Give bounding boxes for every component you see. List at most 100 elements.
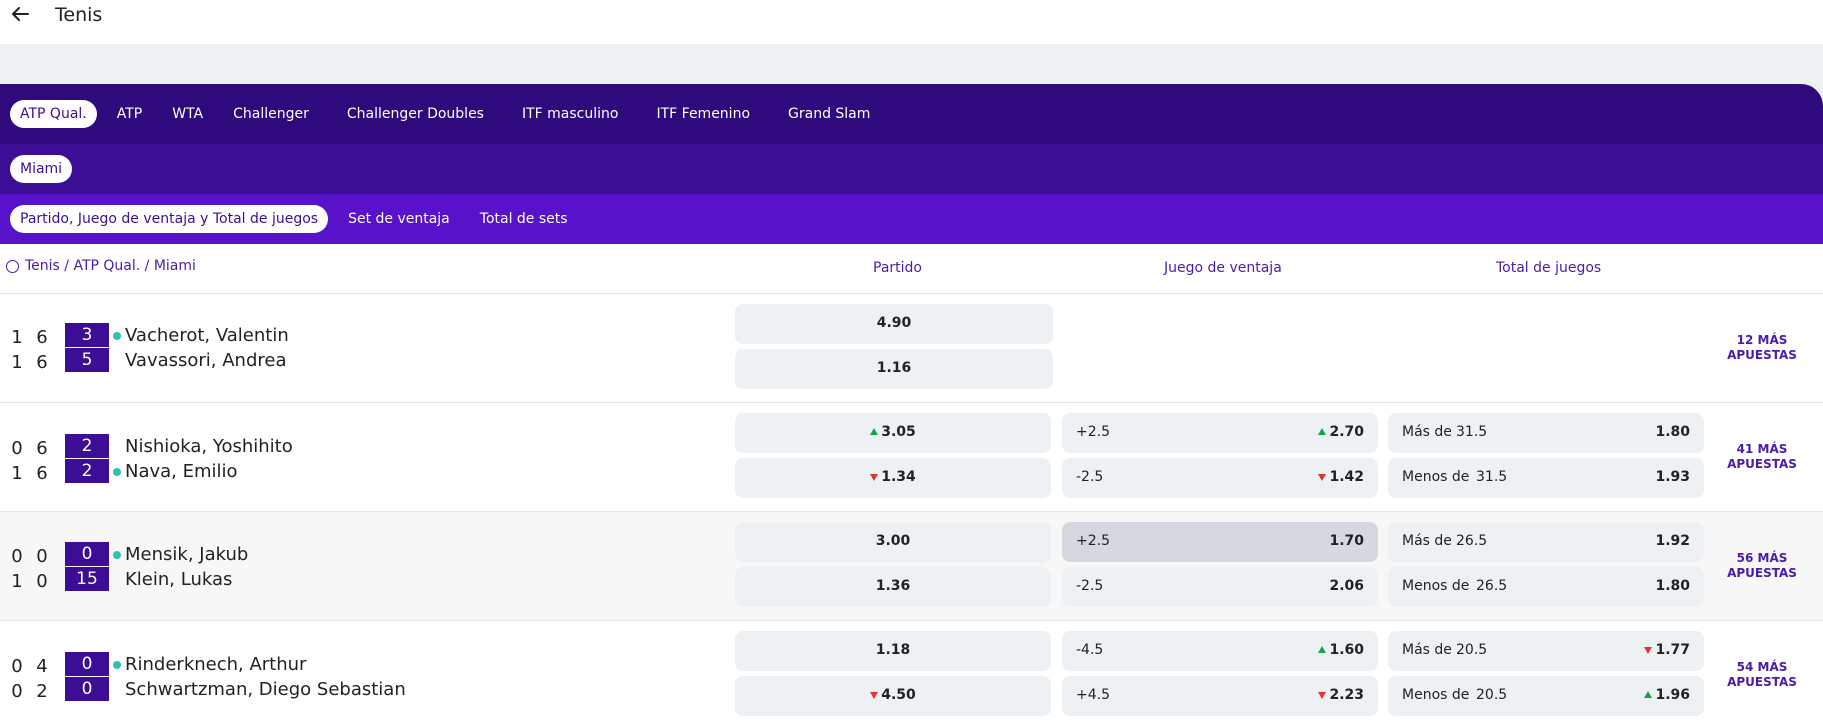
game-score: 2 — [65, 434, 109, 458]
player-name[interactable]: Schwartzman, Diego Sebastian — [125, 679, 406, 700]
serving-dot-icon — [113, 661, 121, 669]
total-games-button[interactable]: Más de 31.5 1.80 — [1388, 413, 1704, 453]
tab-atp[interactable]: ATP — [107, 100, 152, 128]
handicap-line: -2.5 — [1076, 469, 1104, 485]
set2-score: 6 — [36, 327, 48, 348]
total-games-button[interactable]: Menos de 20.5 1.96 — [1388, 676, 1704, 716]
handicap-line: +2.5 — [1076, 533, 1110, 549]
player-name[interactable]: Klein, Lukas — [125, 569, 232, 590]
column-header-total-de-juegos: Total de juegos — [1496, 260, 1602, 276]
total-label: Menos de — [1402, 687, 1470, 703]
odds-value: 2.70 — [1329, 424, 1364, 440]
player-row: 1 6 2 Nava, Emilio — [0, 458, 600, 484]
tab-challenger-doubles[interactable]: Challenger Doubles — [337, 100, 494, 128]
odds-up-icon — [1318, 646, 1327, 653]
market-tabs: Partido, Juego de ventaja y Total de jue… — [0, 194, 1823, 244]
player-name[interactable]: Nava, Emilio — [125, 461, 238, 482]
tab-itf-masculino[interactable]: ITF masculino — [512, 100, 628, 128]
player-name[interactable]: Mensik, Jakub — [125, 544, 248, 565]
total-line: 26.5 — [1456, 533, 1488, 549]
handicap-button[interactable]: +2.5 1.70 — [1062, 522, 1378, 562]
page-title: Tenis — [55, 4, 103, 26]
total-label: Menos de — [1402, 578, 1470, 594]
game-score: 3 — [65, 323, 109, 347]
total-line: 31.5 — [1476, 469, 1508, 485]
tab-miami[interactable]: Miami — [10, 155, 73, 183]
breadcrumb[interactable]: Tenis / ATP Qual. / Miami — [6, 258, 196, 274]
market-header: Tenis / ATP Qual. / Miami Partido Juego … — [0, 244, 1823, 294]
handicap-button[interactable]: +2.5 2.70 — [1062, 413, 1378, 453]
odds-button[interactable]: 1.18 — [735, 631, 1051, 671]
more-bets-link[interactable]: 41 MÁS APUESTAS — [1722, 442, 1802, 472]
odds-down-icon — [1318, 474, 1327, 481]
match-row: 1 6 3 Vacherot, Valentin 1 6 5 Vavassori… — [0, 294, 1823, 403]
handicap-button[interactable]: -2.5 2.06 — [1062, 567, 1378, 607]
tab-wta[interactable]: WTA — [162, 100, 213, 128]
odds-up-icon — [1644, 691, 1653, 698]
tab-set-de-ventaja[interactable]: Set de ventaja — [338, 205, 460, 233]
player-name[interactable]: Vacherot, Valentin — [125, 325, 289, 346]
tab-grand-slam[interactable]: Grand Slam — [778, 100, 880, 128]
handicap-button[interactable]: -2.5 1.42 — [1062, 458, 1378, 498]
odds-button[interactable]: 4.50 — [735, 676, 1051, 716]
player-name[interactable]: Nishioka, Yoshihito — [125, 436, 293, 457]
player-name[interactable]: Rinderknech, Arthur — [125, 654, 306, 675]
player-row: 0 0 0 Mensik, Jakub — [0, 541, 600, 567]
serving-dot-icon — [113, 551, 121, 559]
total-line: 26.5 — [1476, 578, 1508, 594]
serving-dot-icon — [113, 468, 121, 476]
more-bets-link[interactable]: 12 MÁS APUESTAS — [1722, 333, 1802, 363]
odds-value: 3.05 — [881, 424, 916, 440]
player-row: 0 2 0 Schwartzman, Diego Sebastian — [0, 676, 600, 702]
odds-up-icon — [1318, 428, 1327, 435]
total-games-button[interactable]: Más de 20.5 1.77 — [1388, 631, 1704, 671]
odds-button[interactable]: 4.90 — [735, 304, 1053, 344]
competition-tabs: ATP Qual. ATP WTA Challenger Challenger … — [0, 84, 1823, 144]
odds-value: 1.18 — [875, 642, 911, 658]
total-label: Más de — [1402, 533, 1452, 549]
odds-value: 1.96 — [1655, 687, 1690, 703]
back-arrow-icon[interactable] — [10, 4, 30, 24]
handicap-button[interactable]: +4.5 2.23 — [1062, 676, 1378, 716]
tab-challenger[interactable]: Challenger — [223, 100, 319, 128]
odds-button[interactable]: 1.34 — [735, 458, 1051, 498]
odds-value: 3.00 — [875, 533, 911, 549]
tab-partido-juego-total[interactable]: Partido, Juego de ventaja y Total de jue… — [10, 205, 329, 233]
odds-button[interactable]: 3.05 — [735, 413, 1051, 453]
tab-itf-femenino[interactable]: ITF Femenino — [646, 100, 760, 128]
handicap-button[interactable]: -4.5 1.60 — [1062, 631, 1378, 671]
player-name[interactable]: Vavassori, Andrea — [125, 350, 287, 371]
odds-button[interactable]: 1.16 — [735, 349, 1053, 389]
set2-score: 4 — [36, 656, 48, 677]
set2-score: 6 — [36, 352, 48, 373]
tab-atp-qual[interactable]: ATP Qual. — [10, 100, 97, 128]
odds-down-icon — [1318, 692, 1327, 699]
top-bar: Tenis — [0, 0, 1823, 44]
handicap-line: +4.5 — [1076, 687, 1110, 703]
game-score: 2 — [65, 459, 109, 483]
globe-icon — [6, 259, 19, 273]
odds-value: 1.92 — [1655, 533, 1690, 549]
odds-button[interactable]: 1.36 — [735, 567, 1051, 607]
sports-panel: ATP Qual. ATP WTA Challenger Challenger … — [0, 84, 1823, 724]
odds-button[interactable]: 3.00 — [735, 522, 1051, 562]
set2-score: 2 — [36, 681, 48, 702]
odds-value: 1.42 — [1329, 469, 1364, 485]
more-bets-link[interactable]: 56 MÁS APUESTAS — [1722, 551, 1802, 581]
total-games-button[interactable]: Menos de 31.5 1.93 — [1388, 458, 1704, 498]
odds-value: 1.80 — [1655, 424, 1690, 440]
more-bets-link[interactable]: 54 MÁS APUESTAS — [1722, 660, 1802, 690]
serving-dot-icon — [113, 332, 121, 340]
handicap-line: +2.5 — [1076, 424, 1110, 440]
odds-down-icon — [870, 692, 879, 699]
set1-score: 1 — [11, 571, 23, 592]
odds-up-icon — [870, 428, 879, 435]
total-line: 20.5 — [1476, 687, 1508, 703]
match-row: 0 0 0 Mensik, Jakub 1 0 15 Klein, Lukas … — [0, 512, 1823, 621]
total-games-button[interactable]: Más de 26.5 1.92 — [1388, 522, 1704, 562]
total-games-button[interactable]: Menos de 26.5 1.80 — [1388, 567, 1704, 607]
odds-down-icon — [870, 474, 879, 481]
tab-total-de-sets[interactable]: Total de sets — [470, 205, 578, 233]
set1-score: 0 — [11, 438, 23, 459]
game-score: 0 — [65, 652, 109, 676]
